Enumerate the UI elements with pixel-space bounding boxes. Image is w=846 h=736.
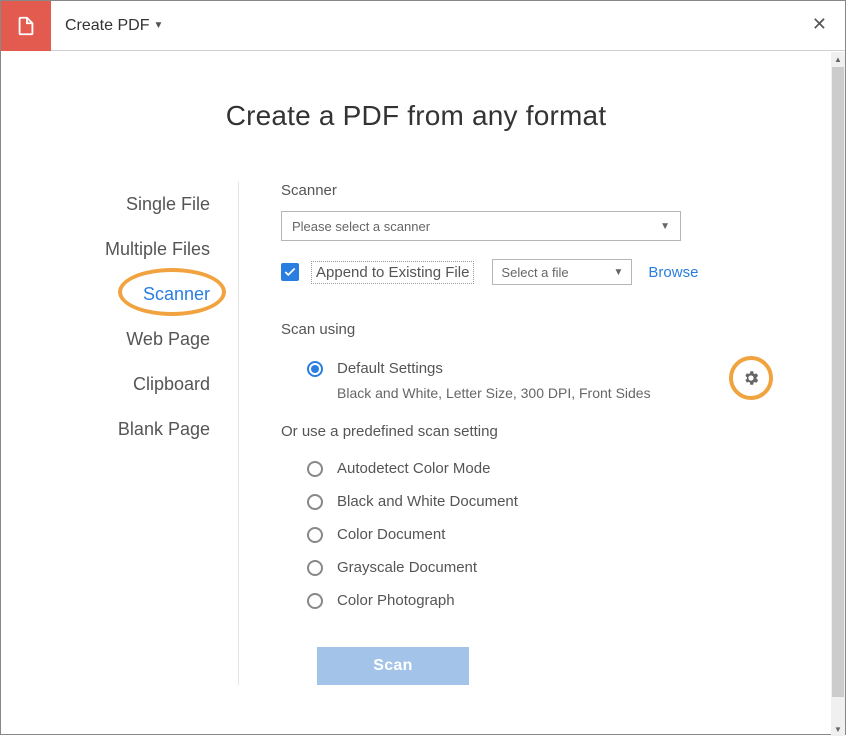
predefined-label: Or use a predefined scan setting — [281, 423, 801, 440]
scanner-select[interactable]: Please select a scanner ▼ — [281, 211, 681, 241]
sidebar-item-blank-page[interactable]: Blank Page — [1, 407, 238, 452]
scanner-select-placeholder: Please select a scanner — [292, 219, 430, 234]
scroll-down-icon[interactable]: ▼ — [831, 722, 845, 736]
sidebar-item-clipboard[interactable]: Clipboard — [1, 362, 238, 407]
header: Create PDF ▼ ✕ — [1, 1, 845, 51]
scan-using-label: Scan using — [281, 321, 801, 338]
header-title: Create PDF — [65, 17, 149, 35]
sidebar-item-scanner-wrap: Scanner — [1, 272, 238, 317]
radio-default-settings-row: Default Settings — [281, 350, 729, 383]
radio-bw-doc-label: Black and White Document — [337, 493, 518, 510]
radio-autodetect-label: Autodetect Color Mode — [337, 460, 490, 477]
file-select-placeholder: Select a file — [501, 265, 568, 280]
radio-color-photo-label: Color Photograph — [337, 592, 455, 609]
sidebar-item-single-file[interactable]: Single File — [1, 182, 238, 227]
radio-bw-doc[interactable] — [307, 494, 323, 510]
radio-grayscale[interactable] — [307, 560, 323, 576]
gear-icon — [742, 369, 760, 387]
scanner-label: Scanner — [281, 182, 801, 199]
chevron-down-icon: ▼ — [614, 267, 624, 278]
header-title-dropdown[interactable]: Create PDF ▼ — [51, 17, 163, 35]
scan-button-label: Scan — [373, 657, 412, 675]
chevron-down-icon: ▼ — [660, 221, 670, 232]
scrollbar[interactable]: ▲ ▼ — [831, 52, 845, 736]
scan-using-row: Default Settings Black and White, Letter… — [281, 350, 801, 401]
close-button[interactable]: ✕ — [812, 15, 827, 33]
file-select[interactable]: Select a file ▼ — [492, 259, 632, 285]
scrollbar-thumb[interactable] — [832, 67, 844, 697]
sidebar-item-scanner[interactable]: Scanner — [143, 284, 210, 305]
form: Scanner Please select a scanner ▼ Append… — [239, 182, 801, 685]
page-title: Create a PDF from any format — [1, 100, 831, 132]
radio-bw-doc-row: Black and White Document — [281, 483, 801, 516]
radio-autodetect-row: Autodetect Color Mode — [281, 450, 801, 483]
append-checkbox[interactable] — [281, 263, 299, 281]
radio-color-doc-row: Color Document — [281, 516, 801, 549]
radio-grayscale-label: Grayscale Document — [337, 559, 477, 576]
radio-color-photo[interactable] — [307, 593, 323, 609]
browse-link[interactable]: Browse — [648, 264, 698, 281]
scan-button[interactable]: Scan — [317, 647, 469, 685]
radio-color-doc-label: Color Document — [337, 526, 445, 543]
default-settings-group: Default Settings Black and White, Letter… — [281, 350, 729, 401]
radio-color-photo-row: Color Photograph — [281, 582, 801, 615]
append-row: Append to Existing File Select a file ▼ … — [281, 259, 801, 285]
check-icon — [283, 265, 297, 279]
radio-autodetect[interactable] — [307, 461, 323, 477]
radio-default-settings-label: Default Settings — [337, 360, 443, 377]
close-icon: ✕ — [812, 14, 827, 34]
app-icon — [1, 1, 51, 51]
append-label: Append to Existing File — [311, 261, 474, 284]
content: Create a PDF from any format Single File… — [1, 52, 831, 734]
chevron-down-icon: ▼ — [153, 20, 163, 31]
default-settings-description: Black and White, Letter Size, 300 DPI, F… — [337, 385, 729, 401]
sidebar-item-web-page[interactable]: Web Page — [1, 317, 238, 362]
radio-grayscale-row: Grayscale Document — [281, 549, 801, 582]
sidebar-item-multiple-files[interactable]: Multiple Files — [1, 227, 238, 272]
radio-color-doc[interactable] — [307, 527, 323, 543]
radio-default-settings[interactable] — [307, 361, 323, 377]
main: Single File Multiple Files Scanner Web P… — [1, 182, 831, 715]
scroll-up-icon[interactable]: ▲ — [831, 52, 845, 66]
sidebar: Single File Multiple Files Scanner Web P… — [1, 182, 239, 685]
settings-button[interactable] — [729, 356, 773, 400]
